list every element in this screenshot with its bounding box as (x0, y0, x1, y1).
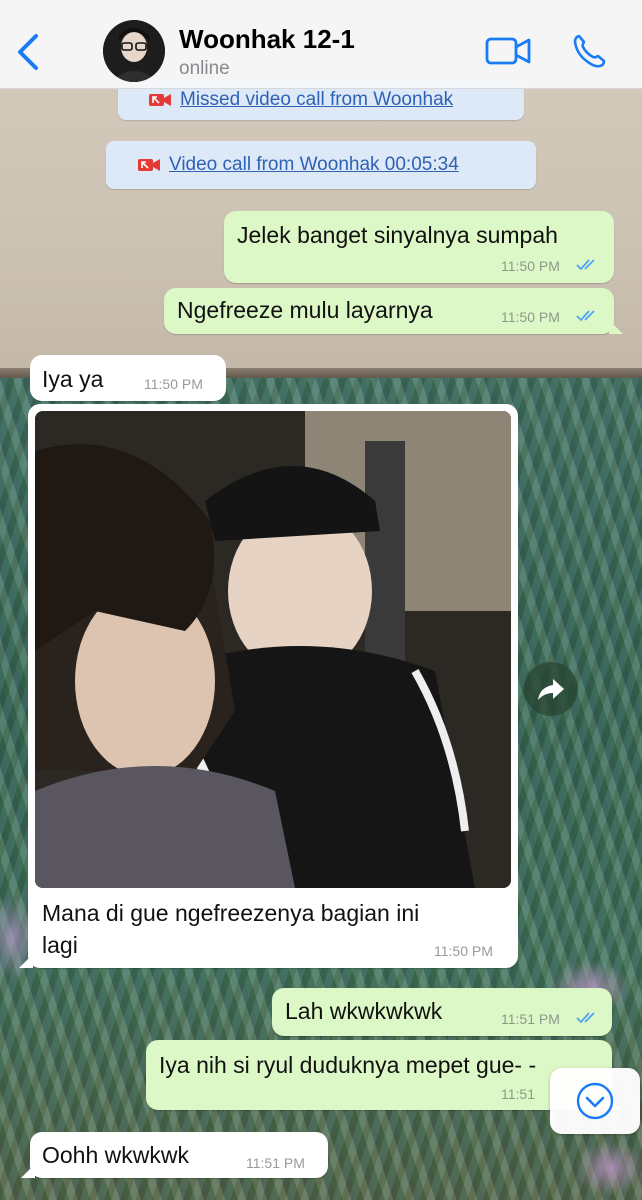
message-time: 11:50 PM (144, 376, 203, 392)
message-time: 11:51 (501, 1086, 535, 1102)
message-time: 11:50 PM (434, 943, 493, 959)
incoming-message[interactable]: Iya ya 11:50 PM (30, 355, 226, 401)
outgoing-message[interactable]: Lah wkwkwkwk 11:51 PM (272, 988, 612, 1036)
phone-icon (573, 34, 606, 68)
chevron-left-icon (18, 34, 38, 70)
outgoing-message[interactable]: Jelek banget sinyalnya sumpah 11:50 PM (224, 211, 614, 283)
photo-content (35, 411, 511, 888)
outgoing-message[interactable]: Iya nih si ryul duduknya mepet gue- - 11… (146, 1040, 621, 1110)
message-time: 11:50 PM (501, 309, 560, 325)
double-check-icon (576, 259, 595, 271)
message-time: 11:51 PM (246, 1155, 305, 1171)
message-text: Ngefreeze mulu layarnya (177, 297, 433, 323)
chat-header: Woonhak 12-1 online (0, 0, 642, 89)
message-text: Iya nih si ryul duduknya mepet gue- - (159, 1052, 537, 1078)
shared-photo[interactable] (35, 411, 511, 888)
message-text: Iya ya (42, 366, 104, 392)
bubble-tail (19, 954, 33, 968)
video-call-text[interactable]: Video call from Woonhak 00:05:34 (169, 154, 459, 176)
incoming-message[interactable]: Oohh wkwkwk 11:51 PM (21, 1132, 328, 1178)
video-call-icon (138, 159, 160, 171)
back-button[interactable] (10, 28, 46, 76)
photo-caption-line-2: lagi (42, 932, 78, 958)
incoming-photo-message[interactable]: Mana di gue ngefreezenya bagian ini lagi… (19, 404, 518, 968)
message-time: 11:50 PM (501, 258, 560, 274)
missed-call-text[interactable]: Missed video call from Woonhak (180, 89, 453, 111)
contact-status: online (179, 58, 230, 79)
photo-caption-line-1: Mana di gue ngefreezenya bagian ini (42, 900, 420, 926)
message-text: Lah wkwkwkwk (285, 998, 443, 1024)
bubble-tail (21, 1164, 35, 1178)
double-check-icon (576, 1012, 595, 1024)
missed-video-call-icon (149, 94, 171, 106)
avatar-image (103, 20, 165, 82)
message-text: Jelek banget sinyalnya sumpah (237, 222, 558, 248)
share-button[interactable] (524, 662, 578, 716)
message-time: 11:51 PM (501, 1011, 560, 1027)
chevron-down-circle-icon (576, 1082, 614, 1120)
voice-call-button[interactable] (570, 32, 610, 70)
video-call-button[interactable] (484, 34, 532, 68)
bubble-tail (609, 320, 623, 334)
video-camera-icon (485, 37, 531, 65)
outgoing-message[interactable]: Ngefreeze mulu layarnya 11:50 PM (164, 288, 623, 334)
share-forward-icon (538, 679, 564, 700)
message-text: Oohh wkwkwk (42, 1142, 189, 1168)
contact-name[interactable]: Woonhak 12-1 (179, 24, 355, 55)
scroll-to-bottom-button[interactable] (550, 1068, 640, 1134)
contact-avatar[interactable] (103, 20, 165, 82)
video-call-notice[interactable]: Video call from Woonhak 00:05:34 (106, 141, 536, 189)
double-check-icon (576, 310, 595, 322)
